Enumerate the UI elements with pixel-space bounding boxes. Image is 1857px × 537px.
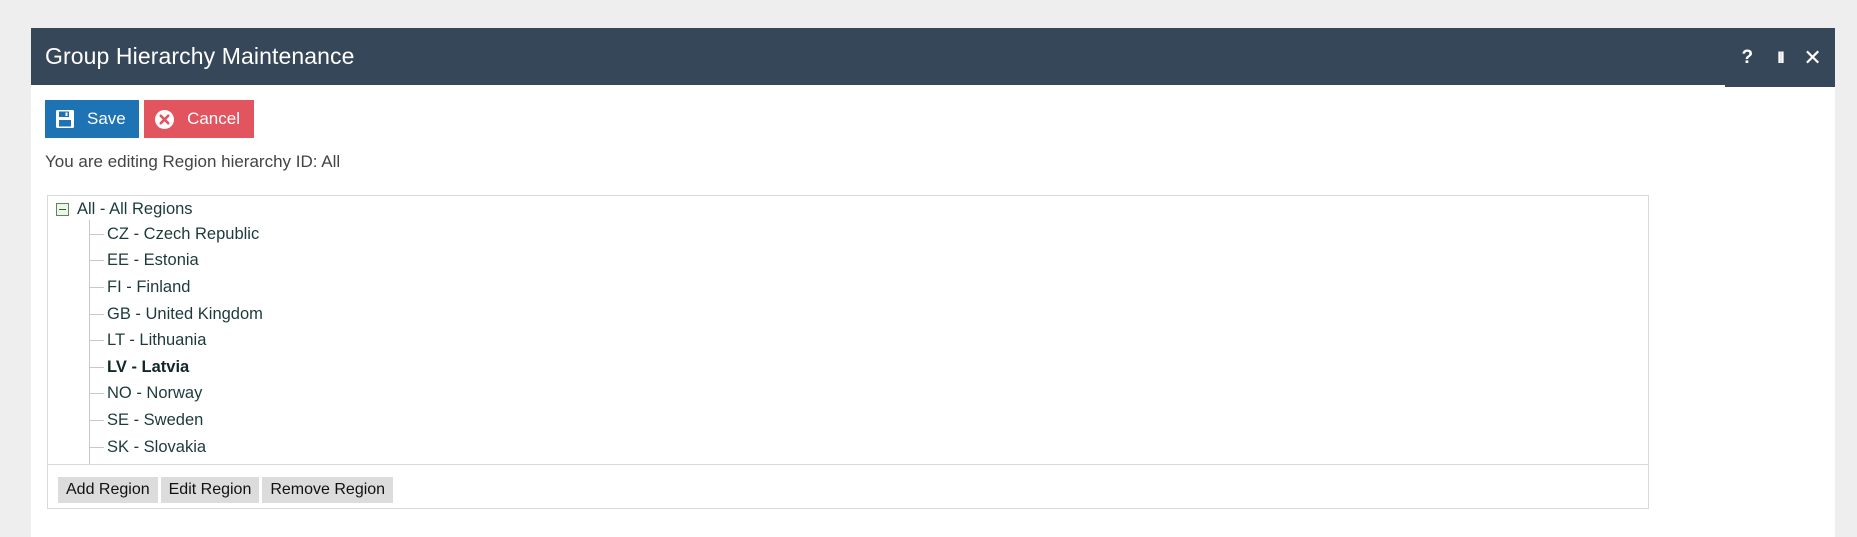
close-icon[interactable]: ✕ — [1801, 45, 1825, 71]
tree-node[interactable]: SE - Sweden — [89, 411, 203, 430]
titlebar-controls: ? II ✕ — [1725, 28, 1835, 87]
tree-node[interactable]: SK - Slovakia — [89, 438, 206, 457]
tree-node-label: CZ - Czech Republic — [107, 225, 260, 243]
tree-node[interactable]: GB - United Kingdom — [89, 305, 263, 324]
save-label: Save — [87, 109, 126, 128]
tree-branch-line — [89, 314, 104, 315]
editing-info-text: You are editing Region hierarchy ID: All — [45, 152, 341, 171]
tree-node-label: FI - Finland — [107, 278, 191, 296]
tree-branch-line — [89, 447, 104, 448]
tree-node[interactable]: LT - Lithuania — [89, 331, 206, 350]
tree-root-node[interactable]: All - All Regions — [56, 200, 193, 219]
cancel-label: Cancel — [187, 109, 240, 128]
cancel-button[interactable]: Cancel — [144, 100, 254, 138]
group-hierarchy-dialog: Group Hierarchy Maintenance ? II ✕ Save — [31, 28, 1835, 537]
tree-branch-line — [89, 367, 104, 368]
tree-node-label: SK - Slovakia — [107, 438, 207, 456]
region-tree: All - All Regions CZ - Czech Republic EE… — [48, 196, 1648, 464]
tree-branch-line — [89, 420, 104, 421]
tree-branch-line — [89, 340, 104, 341]
tree-action-buttons: Add Region Edit Region Remove Region — [58, 477, 394, 503]
tree-node-selected[interactable]: LV - Latvia — [89, 358, 189, 377]
add-region-button[interactable]: Add Region — [58, 477, 158, 503]
tree-node-label: LV - Latvia — [107, 358, 190, 376]
tree-node[interactable]: NO - Norway — [89, 384, 202, 403]
hierarchy-tree-panel: All - All Regions CZ - Czech Republic EE… — [47, 195, 1649, 509]
save-button[interactable]: Save — [45, 100, 139, 138]
floppy-disk-icon — [55, 108, 75, 130]
tree-node-label: GB - United Kingdom — [107, 305, 263, 323]
tree-branch-line — [89, 393, 104, 394]
collapse-icon[interactable] — [56, 203, 69, 216]
tree-node[interactable]: CZ - Czech Republic — [89, 225, 259, 244]
toolbar: Save Cancel — [45, 100, 254, 138]
edit-region-button[interactable]: Edit Region — [160, 477, 260, 503]
tree-node-label: SE - Sweden — [107, 411, 204, 429]
tree-branch-line — [89, 287, 104, 288]
dialog-title: Group Hierarchy Maintenance — [45, 43, 355, 69]
tree-branch-line — [89, 234, 104, 235]
pause-icon[interactable]: II — [1768, 48, 1792, 68]
tree-panel-footer: Add Region Edit Region Remove Region — [48, 464, 1648, 508]
remove-region-button[interactable]: Remove Region — [262, 477, 394, 503]
x-circle-icon — [154, 108, 175, 130]
tree-node[interactable]: EE - Estonia — [89, 251, 199, 270]
tree-node-label: EE - Estonia — [107, 251, 199, 269]
tree-node-label: LT - Lithuania — [107, 331, 207, 349]
tree-branch-line — [89, 260, 104, 261]
dialog-titlebar: Group Hierarchy Maintenance ? II ✕ — [31, 28, 1835, 87]
tree-node[interactable]: FI - Finland — [89, 278, 190, 297]
help-icon[interactable]: ? — [1735, 47, 1759, 69]
tree-node-label: NO - Norway — [107, 384, 203, 402]
tree-root-label: All - All Regions — [77, 200, 193, 218]
